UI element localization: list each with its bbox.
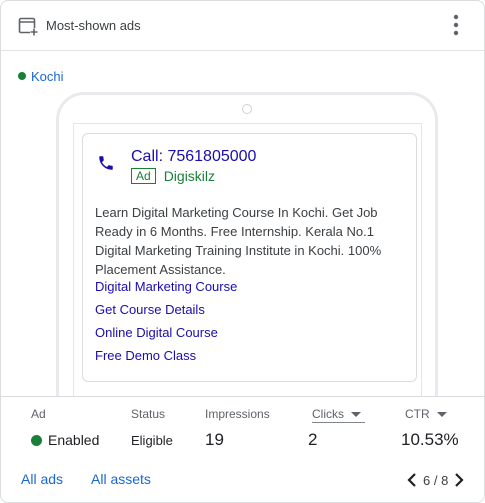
phone-camera <box>242 104 252 114</box>
location-label[interactable]: Kochi <box>18 68 64 84</box>
stat-header-ctr[interactable]: CTR <box>405 407 447 421</box>
location-status-dot <box>18 72 26 80</box>
location-name[interactable]: Kochi <box>31 69 64 84</box>
clicks-sort-underline <box>312 422 365 423</box>
chevron-right-icon[interactable] <box>453 472 465 488</box>
clicks-header-label: Clicks <box>312 407 344 421</box>
advertiser-name: Digiskilz <box>163 168 216 184</box>
sitelink[interactable]: Free Demo Class <box>95 348 196 363</box>
ad-badge: Ad <box>131 168 156 184</box>
ad-pager: 6 / 8 <box>406 470 465 490</box>
sort-caret-icon <box>436 411 447 417</box>
enabled-status-dot <box>31 434 42 446</box>
ad-call-headline[interactable]: Call: 7561805000 <box>131 148 256 166</box>
ctr-header-label: CTR <box>405 407 430 421</box>
impressions-value: 19 <box>205 430 224 449</box>
chevron-left-icon[interactable] <box>406 472 418 488</box>
status-value: Eligible <box>131 433 173 448</box>
more-vert-icon[interactable] <box>448 14 464 36</box>
card-title: Most-shown ads <box>46 18 141 33</box>
clicks-value: 2 <box>308 430 318 449</box>
add-to-box-icon <box>18 17 38 36</box>
phone-mockup: Call: 7561805000 Ad Digiskilz Learn Digi… <box>56 92 438 423</box>
stat-header-status: Status <box>131 407 166 421</box>
sort-caret-icon <box>351 411 361 417</box>
most-shown-ads-card: Most-shown ads Kochi Call: 7561805000 Ad… <box>0 0 485 503</box>
stat-header-ad: Ad <box>31 407 46 421</box>
ad-stats-panel: Ad Status Impressions Clicks CTR Enabled… <box>1 396 484 502</box>
sitelink[interactable]: Online Digital Course <box>95 325 218 340</box>
ad-label-row: Ad Digiskilz <box>131 168 215 184</box>
all-ads-link[interactable]: All ads <box>21 471 63 487</box>
sitelink[interactable]: Get Course Details <box>95 302 205 317</box>
ad-description: Learn Digital Marketing Course In Kochi.… <box>95 205 382 277</box>
phone-screen: Call: 7561805000 Ad Digiskilz Learn Digi… <box>73 123 422 423</box>
page-indicator: 6 / 8 <box>423 472 449 488</box>
stat-header-impressions: Impressions <box>205 407 270 421</box>
sitelink[interactable]: Digital Marketing Course <box>95 279 237 294</box>
card-header: Most-shown ads <box>1 1 484 51</box>
ad-status-enabled[interactable]: Enabled <box>31 432 99 448</box>
stat-header-clicks[interactable]: Clicks <box>312 407 361 421</box>
phone-call-icon <box>99 156 113 170</box>
enabled-label: Enabled <box>48 432 100 448</box>
ctr-value: 10.53% <box>401 430 459 449</box>
ad-preview: Call: 7561805000 Ad Digiskilz Learn Digi… <box>82 133 417 382</box>
all-assets-link[interactable]: All assets <box>91 471 151 487</box>
